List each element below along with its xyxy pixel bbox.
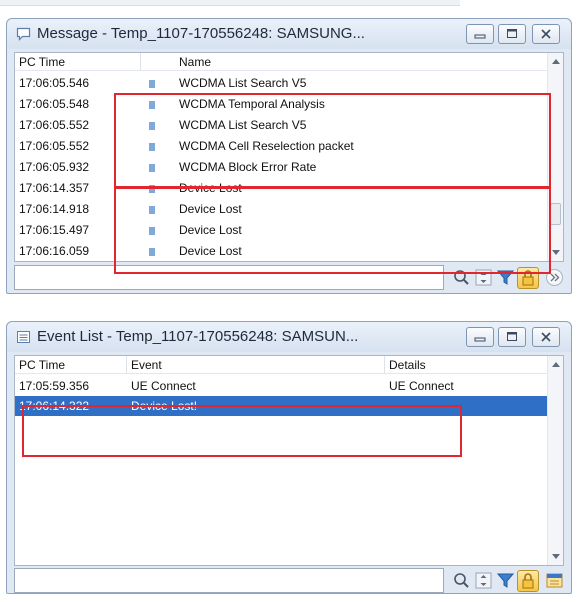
maximize-icon xyxy=(507,29,517,38)
row-name: WCDMA List Search V5 xyxy=(179,118,307,132)
message-row[interactable]: 17:06:14.357 Device Lost xyxy=(15,178,547,199)
row-name: WCDMA Cell Reselection packet xyxy=(179,139,354,153)
event-list-header: PC Time Event Details xyxy=(15,356,547,374)
message-row[interactable]: 17:06:05.548 WCDMA Temporal Analysis xyxy=(15,94,547,115)
column-header-pc-time[interactable]: PC Time xyxy=(15,53,141,71)
message-row[interactable]: 17:06:05.552 WCDMA Cell Reselection pack… xyxy=(15,136,547,157)
row-name: Device Lost xyxy=(179,202,242,216)
lock-button[interactable] xyxy=(517,570,539,592)
message-row[interactable]: 17:06:14.918 Device Lost xyxy=(15,199,547,220)
event-scrollbar[interactable] xyxy=(547,356,563,565)
row-time: 17:06:05.932 xyxy=(19,160,90,174)
message-search-input[interactable] xyxy=(14,265,444,290)
event-titlebar[interactable]: Event List - Temp_1107-170556248: SAMSUN… xyxy=(7,322,571,352)
row-event: Device Lost! xyxy=(131,399,198,413)
sync-arrows-icon[interactable] xyxy=(474,571,493,590)
scroll-down-icon[interactable] xyxy=(552,554,560,559)
message-toolbar xyxy=(14,265,564,291)
message-type-icon xyxy=(149,206,155,214)
row-time: 17:05:59.356 xyxy=(19,379,90,393)
lock-icon xyxy=(522,573,534,589)
message-row[interactable]: 17:06:16.059 Device Lost xyxy=(15,241,547,261)
row-time: 17:06:14.322 xyxy=(19,399,90,413)
message-window-title: Message - Temp_1107-170556248: SAMSUNG..… xyxy=(37,25,365,42)
close-button[interactable] xyxy=(532,24,560,44)
maximize-icon xyxy=(507,332,517,341)
message-window: Message - Temp_1107-170556248: SAMSUNG..… xyxy=(6,18,572,294)
maximize-button[interactable] xyxy=(498,24,526,44)
message-row[interactable]: 17:06:05.932 WCDMA Block Error Rate xyxy=(15,157,547,178)
message-bubble-icon xyxy=(16,27,31,41)
close-button[interactable] xyxy=(532,327,560,347)
row-time: 17:06:05.552 xyxy=(19,118,90,132)
row-time: 17:06:14.357 xyxy=(19,181,90,195)
message-type-icon xyxy=(149,122,155,130)
sync-arrows-icon[interactable] xyxy=(474,268,493,287)
minimize-icon xyxy=(474,34,486,39)
close-icon xyxy=(541,332,551,342)
message-type-icon xyxy=(149,101,155,109)
scroll-down-icon[interactable] xyxy=(552,250,560,255)
minimize-button[interactable] xyxy=(466,24,494,44)
event-list[interactable]: PC Time Event Details 17:05:59.356 UE Co… xyxy=(14,355,564,566)
message-scrollbar[interactable] xyxy=(547,53,563,261)
message-type-icon xyxy=(149,185,155,193)
message-row[interactable]: 17:06:05.552 WCDMA List Search V5 xyxy=(15,115,547,136)
message-type-icon xyxy=(149,248,155,256)
message-row[interactable]: 17:06:15.497 Device Lost xyxy=(15,220,547,241)
message-type-icon xyxy=(149,80,155,88)
row-time: 17:06:16.059 xyxy=(19,244,90,258)
message-type-icon xyxy=(149,227,155,235)
row-time: 17:06:05.548 xyxy=(19,97,90,111)
row-name: Device Lost xyxy=(179,244,242,258)
message-type-icon xyxy=(149,143,155,151)
row-time: 17:06:05.552 xyxy=(19,139,90,153)
event-row[interactable]: 17:05:59.356 UE Connect UE Connect xyxy=(15,376,547,397)
double-chevron-icon[interactable] xyxy=(545,268,564,287)
row-details: UE Connect xyxy=(389,379,454,393)
row-name: Device Lost xyxy=(179,181,242,195)
minimize-button[interactable] xyxy=(466,327,494,347)
export-icon[interactable] xyxy=(545,571,564,590)
lock-button[interactable] xyxy=(517,267,539,289)
search-icon[interactable] xyxy=(452,571,471,590)
event-list-icon xyxy=(17,331,30,343)
column-header-pc-time[interactable]: PC Time xyxy=(15,356,127,374)
column-header-event[interactable]: Event xyxy=(127,356,385,374)
row-name: WCDMA Block Error Rate xyxy=(179,160,317,174)
event-window-title: Event List - Temp_1107-170556248: SAMSUN… xyxy=(37,328,359,345)
row-name: WCDMA Temporal Analysis xyxy=(179,97,325,111)
row-event: UE Connect xyxy=(131,379,196,393)
row-time: 17:06:14.918 xyxy=(19,202,90,216)
maximize-button[interactable] xyxy=(498,327,526,347)
search-icon[interactable] xyxy=(452,268,471,287)
minimize-icon xyxy=(474,337,486,342)
scroll-up-icon[interactable] xyxy=(552,59,560,64)
close-icon xyxy=(541,29,551,39)
message-titlebar[interactable]: Message - Temp_1107-170556248: SAMSUNG..… xyxy=(7,19,571,49)
row-name: Device Lost xyxy=(179,223,242,237)
message-list[interactable]: PC Time Name 17:06:05.546 WCDMA List Sea… xyxy=(14,52,564,262)
lock-icon xyxy=(522,270,534,286)
row-name: WCDMA List Search V5 xyxy=(179,76,307,90)
background-strip xyxy=(0,0,578,18)
column-header-name[interactable]: Name xyxy=(175,53,545,71)
scroll-up-icon[interactable] xyxy=(552,362,560,367)
filter-icon[interactable] xyxy=(496,571,515,590)
column-header-details[interactable]: Details xyxy=(385,356,550,374)
event-row-selected[interactable]: 17:06:14.322 Device Lost! xyxy=(15,396,547,416)
message-list-header: PC Time Name xyxy=(15,53,547,71)
message-row[interactable]: 17:06:05.546 WCDMA List Search V5 xyxy=(15,73,547,94)
event-list-window: Event List - Temp_1107-170556248: SAMSUN… xyxy=(6,321,572,594)
filter-icon[interactable] xyxy=(496,268,515,287)
row-time: 17:06:15.497 xyxy=(19,223,90,237)
scroll-thumb[interactable] xyxy=(550,203,561,225)
row-time: 17:06:05.546 xyxy=(19,76,90,90)
message-type-icon xyxy=(149,164,155,172)
event-toolbar xyxy=(14,568,564,594)
event-search-input[interactable] xyxy=(14,568,444,593)
